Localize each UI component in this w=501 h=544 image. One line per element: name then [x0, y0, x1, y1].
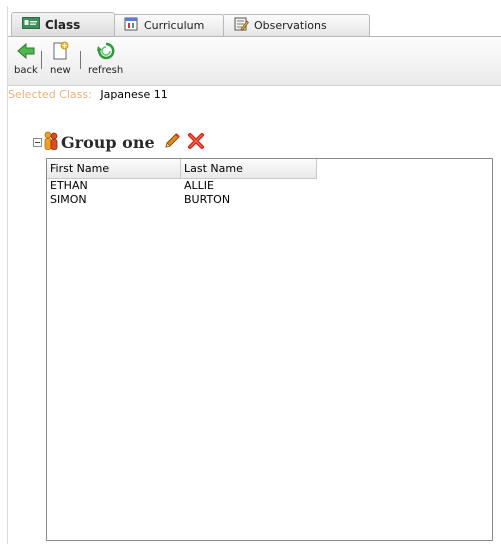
refresh-button[interactable]: refresh — [88, 41, 123, 76]
notepad-pencil-icon — [233, 16, 249, 35]
id-card-icon — [22, 17, 40, 32]
refresh-label: refresh — [88, 65, 124, 76]
tab-curriculum[interactable]: Curriculum — [112, 14, 224, 36]
toolbar: back new refresh — [8, 37, 501, 86]
selected-class-label: Selected Class: — [8, 88, 92, 101]
table-header: First Name Last Name — [47, 159, 317, 179]
members-table: First Name Last Name ETHAN ALLIE SIMON B… — [46, 158, 493, 541]
toolbar-separator — [41, 51, 42, 69]
selected-class-row: Selected Class: Japanese 11 — [8, 88, 168, 101]
last-name-cell: ALLIE — [184, 179, 214, 192]
back-arrow-icon — [16, 41, 36, 64]
page-left-border — [7, 6, 8, 544]
table-row[interactable]: ETHAN ALLIE — [47, 179, 317, 193]
refresh-icon — [96, 41, 116, 64]
new-document-icon — [50, 41, 70, 64]
first-name-cell: ETHAN — [50, 179, 88, 192]
toolbar-separator — [80, 51, 81, 69]
people-icon — [43, 131, 59, 154]
selected-class-value: Japanese 11 — [100, 88, 168, 101]
new-button[interactable]: new — [50, 41, 71, 76]
group-title: Group one — [61, 133, 155, 152]
tab-curriculum-label: Curriculum — [144, 19, 205, 32]
column-header-first-name[interactable]: First Name — [47, 159, 181, 178]
delete-x-icon[interactable] — [187, 132, 205, 153]
new-label: new — [50, 65, 71, 76]
last-name-cell: BURTON — [184, 193, 231, 206]
tab-observations[interactable]: Observations — [222, 14, 370, 36]
tab-observations-label: Observations — [254, 19, 327, 32]
tab-class-label: Class — [45, 17, 81, 32]
column-header-last-name[interactable]: Last Name — [181, 159, 317, 178]
back-label: back — [14, 65, 38, 76]
group-header: Group one — [33, 131, 205, 154]
edit-pencil-icon[interactable] — [163, 132, 181, 153]
back-button[interactable]: back — [14, 41, 38, 76]
calendar-icon — [123, 16, 139, 35]
collapse-toggle[interactable] — [33, 138, 42, 147]
table-row[interactable]: SIMON BURTON — [47, 193, 317, 207]
tab-strip: Observations Curriculum Class — [8, 8, 501, 38]
tab-class[interactable]: Class — [11, 12, 115, 36]
first-name-cell: SIMON — [50, 193, 87, 206]
